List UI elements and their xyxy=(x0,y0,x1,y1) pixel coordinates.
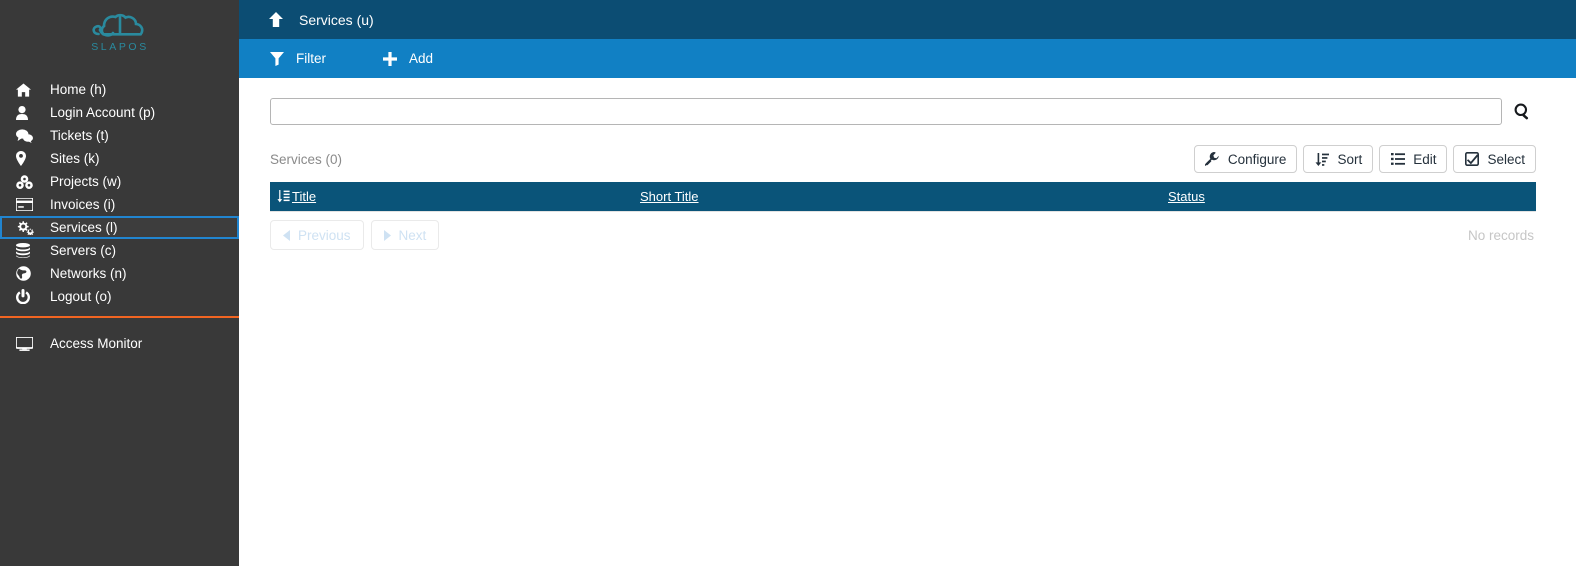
wrench-icon xyxy=(1205,152,1220,166)
content-panel: Services (0) Configure Sort Edit Select … xyxy=(239,78,1576,250)
empty-state-message: No records xyxy=(1467,227,1534,243)
search-input[interactable] xyxy=(270,98,1502,125)
sidebar-bottom-nav: Access Monitor xyxy=(0,332,239,355)
sidebar-item-label: Projects (w) xyxy=(50,173,122,189)
comments-icon xyxy=(16,128,40,143)
power-off-icon xyxy=(16,289,40,304)
add-button[interactable]: Add xyxy=(382,51,433,66)
column-header-title[interactable]: Title xyxy=(270,189,640,204)
sidebar-item-login-account[interactable]: Login Account (p) xyxy=(0,101,239,124)
sidebar-nav: Home (h) Login Account (p) Tickets (t) S… xyxy=(0,78,239,308)
cogs-icon xyxy=(16,220,40,235)
list-icon xyxy=(1390,153,1405,165)
table-footer: Previous Next No records xyxy=(270,211,1536,250)
sidebar-item-label: Services (l) xyxy=(50,219,118,235)
page-header: Services (u) xyxy=(239,0,1576,39)
arrow-up-icon[interactable] xyxy=(269,12,287,27)
next-label: Next xyxy=(398,227,427,243)
next-button[interactable]: Next xyxy=(370,220,440,250)
edit-label: Edit xyxy=(1413,151,1437,167)
sort-alpha-down-icon xyxy=(277,190,290,203)
sidebar-item-networks[interactable]: Networks (n) xyxy=(0,262,239,285)
map-marker-icon xyxy=(16,151,40,166)
edit-button[interactable]: Edit xyxy=(1379,145,1448,173)
column-header-title-link[interactable]: Title xyxy=(292,189,316,204)
records-table: Title Short Title Status Previous Next N… xyxy=(270,182,1536,250)
sidebar-item-label: Tickets (t) xyxy=(50,127,109,143)
sidebar: SLAPOS Home (h) Login Account (p) Ticket… xyxy=(0,0,239,566)
caret-right-icon xyxy=(383,229,391,241)
action-toolbar: Filter Add xyxy=(239,39,1576,78)
sidebar-item-logout[interactable]: Logout (o) xyxy=(0,285,239,308)
filter-button[interactable]: Filter xyxy=(269,51,326,66)
sidebar-item-tickets[interactable]: Tickets (t) xyxy=(0,124,239,147)
sidebar-item-label: Invoices (i) xyxy=(50,196,116,212)
configure-label: Configure xyxy=(1227,151,1287,167)
sort-amount-down-icon xyxy=(1314,152,1329,166)
column-header-status[interactable]: Status xyxy=(1168,189,1536,204)
sidebar-item-label: Login Account (p) xyxy=(50,104,156,120)
sidebar-item-label: Logout (o) xyxy=(50,288,112,304)
column-header-short-title-link[interactable]: Short Title xyxy=(640,189,699,204)
select-button[interactable]: Select xyxy=(1453,145,1536,173)
sidebar-item-label: Home (h) xyxy=(50,81,107,97)
sort-button[interactable]: Sort xyxy=(1303,145,1374,173)
sidebar-divider xyxy=(0,316,239,318)
sidebar-item-servers[interactable]: Servers (c) xyxy=(0,239,239,262)
brand-logo[interactable]: SLAPOS xyxy=(0,0,239,68)
table-header-row: Title Short Title Status xyxy=(270,182,1536,211)
sort-label: Sort xyxy=(1337,151,1363,167)
previous-label: Previous xyxy=(298,227,351,243)
app-root: SLAPOS Home (h) Login Account (p) Ticket… xyxy=(0,0,1576,566)
column-header-status-link[interactable]: Status xyxy=(1168,189,1205,204)
desktop-icon xyxy=(16,336,40,351)
search-icon[interactable] xyxy=(1508,98,1536,125)
sidebar-item-projects[interactable]: Projects (w) xyxy=(0,170,239,193)
filter-label: Filter xyxy=(296,51,326,66)
database-icon xyxy=(16,243,40,258)
globe-icon xyxy=(16,266,40,281)
sidebar-item-home[interactable]: Home (h) xyxy=(0,78,239,101)
cloud-logo-icon: SLAPOS xyxy=(91,13,149,53)
column-header-short-title[interactable]: Short Title xyxy=(640,189,1168,204)
pagination: Previous Next xyxy=(270,220,446,250)
sidebar-item-label: Sites (k) xyxy=(50,150,100,166)
sidebar-item-sites[interactable]: Sites (k) xyxy=(0,147,239,170)
page-title: Services (u) xyxy=(299,11,374,28)
plus-icon xyxy=(382,51,398,66)
configure-button[interactable]: Configure xyxy=(1193,145,1298,173)
previous-button[interactable]: Previous xyxy=(270,220,364,250)
sidebar-item-label: Access Monitor xyxy=(50,335,143,351)
caret-left-icon xyxy=(283,229,290,241)
sidebar-item-invoices[interactable]: Invoices (i) xyxy=(0,193,239,216)
credit-card-icon xyxy=(16,198,40,211)
list-header: Services (0) Configure Sort Edit Select xyxy=(270,145,1536,173)
home-icon xyxy=(16,82,40,97)
cubes-icon xyxy=(16,174,40,189)
main-area: Services (u) Filter Add Services (0) Con… xyxy=(239,0,1576,566)
sidebar-item-label: Servers (c) xyxy=(50,242,117,258)
sidebar-item-label: Networks (n) xyxy=(50,265,127,281)
list-action-buttons: Configure Sort Edit Select xyxy=(1188,145,1536,173)
user-icon xyxy=(16,105,40,120)
check-square-icon xyxy=(1464,152,1479,166)
list-count: Services (0) xyxy=(270,151,343,167)
brand-name: SLAPOS xyxy=(91,41,149,53)
search-row xyxy=(270,98,1536,125)
select-label: Select xyxy=(1487,151,1525,167)
add-label: Add xyxy=(409,51,434,66)
sidebar-item-services[interactable]: Services (l) xyxy=(0,216,239,239)
sidebar-item-access-monitor[interactable]: Access Monitor xyxy=(0,332,239,355)
filter-icon xyxy=(269,51,285,66)
